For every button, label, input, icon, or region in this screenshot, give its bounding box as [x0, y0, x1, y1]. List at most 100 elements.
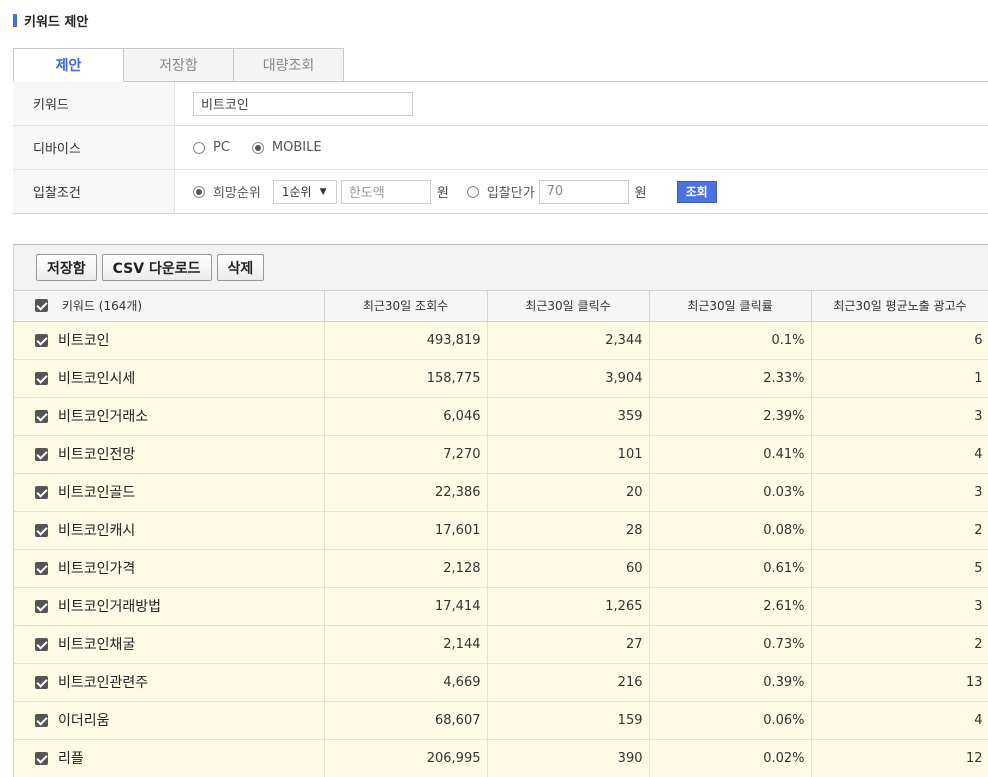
cell-ctr: 0.1% — [649, 321, 812, 360]
table-row[interactable]: 비트코인거래소 6,046 359 2.39% 3 — [14, 397, 988, 436]
cell-ctr: 2.39% — [649, 397, 812, 436]
results-toolbar: 저장함 CSV 다운로드 삭제 — [14, 245, 988, 291]
cell-keyword: 비트코인거래소 — [14, 397, 325, 436]
cell-keyword: 이더리움 — [14, 701, 325, 740]
table-row[interactable]: 비트코인시세 158,775 3,904 2.33% 1 — [14, 359, 988, 398]
cell-views: 17,414 — [324, 587, 488, 626]
cell-ads: 3 — [811, 473, 988, 512]
cell-ads: 4 — [811, 435, 988, 474]
cell-ctr: 2.61% — [649, 587, 812, 626]
table-row[interactable]: 비트코인채굴 2,144 27 0.73% 2 — [14, 625, 988, 664]
row-checkbox[interactable] — [35, 523, 48, 537]
cell-ctr: 0.06% — [649, 701, 812, 740]
select-all-checkbox[interactable] — [35, 299, 48, 313]
cell-views: 68,607 — [324, 701, 488, 740]
keyword-text: 비트코인 — [58, 333, 110, 349]
keyword-text: 비트코인시세 — [58, 371, 136, 387]
keyword-text: 이더리움 — [58, 713, 110, 729]
cell-clicks: 27 — [487, 625, 650, 664]
cell-clicks: 20 — [487, 473, 650, 512]
radio-pc[interactable] — [193, 141, 205, 154]
cell-ctr: 0.39% — [649, 663, 812, 702]
row-checkbox[interactable] — [35, 485, 48, 499]
row-checkbox[interactable] — [35, 371, 48, 385]
cell-ads: 3 — [811, 587, 988, 626]
table-row[interactable]: 비트코인 493,819 2,344 0.1% 6 — [14, 321, 988, 360]
header-ads[interactable]: 최근30일 평균노출 광고수 — [811, 291, 988, 322]
table-body: 비트코인 493,819 2,344 0.1% 6 비트코인시세 158,775 3,904 2… — [14, 321, 988, 777]
table-row[interactable]: 이더리움 68,607 159 0.06% 4 — [14, 701, 988, 740]
table-row[interactable]: 비트코인캐시 17,601 28 0.08% 2 — [14, 511, 988, 550]
table-header-row: 키워드 (164개) 최근30일 조회수 최근30일 클릭수 최근30일 클릭률… — [14, 291, 988, 322]
keyword-text: 비트코인거래방법 — [58, 599, 162, 615]
save-button[interactable]: 저장함 — [36, 254, 97, 281]
cell-clicks: 390 — [487, 739, 650, 777]
row-checkbox[interactable] — [35, 637, 48, 651]
cell-clicks: 101 — [487, 435, 650, 474]
cell-views: 7,270 — [324, 435, 488, 474]
radio-rank[interactable] — [193, 185, 205, 198]
tab-bulk-search[interactable]: 대량조회 — [233, 48, 344, 82]
cell-ads: 4 — [811, 701, 988, 740]
row-checkbox[interactable] — [35, 713, 48, 727]
header-clicks[interactable]: 최근30일 클릭수 — [487, 291, 650, 322]
bid-value-cell: 희망순위 1순위 ▼ 한도액 원 입찰단가 70 원 조회 — [175, 170, 988, 213]
limit-input[interactable]: 한도액 — [340, 179, 431, 204]
tab-saved[interactable]: 저장함 — [123, 48, 234, 82]
cell-keyword: 리플 — [14, 739, 325, 777]
section-marker — [13, 13, 17, 27]
cell-views: 206,995 — [324, 739, 488, 777]
csv-download-button[interactable]: CSV 다운로드 — [101, 254, 212, 281]
row-checkbox[interactable] — [35, 675, 48, 689]
keyword-text: 비트코인캐시 — [58, 523, 136, 539]
cell-views: 2,144 — [324, 625, 488, 664]
cell-ads: 12 — [811, 739, 988, 777]
rank-option-label: 희망순위 — [213, 186, 261, 201]
limit-unit: 원 — [436, 186, 449, 201]
cell-clicks: 60 — [487, 549, 650, 588]
device-pc-option[interactable]: PC — [193, 140, 230, 155]
device-mobile-option[interactable]: MOBILE — [251, 140, 322, 155]
cell-ads: 3 — [811, 397, 988, 436]
tab-suggest[interactable]: 제안 — [13, 48, 124, 82]
results-table: 키워드 (164개) 최근30일 조회수 최근30일 클릭수 최근30일 클릭률… — [14, 291, 988, 777]
search-button[interactable]: 조회 — [676, 180, 717, 203]
keyword-text: 비트코인골드 — [58, 485, 136, 501]
price-input[interactable]: 70 — [538, 179, 629, 204]
header-ctr[interactable]: 최근30일 클릭률 — [649, 291, 812, 322]
device-label: 디바이스 — [13, 126, 175, 169]
row-checkbox[interactable] — [35, 333, 48, 347]
row-checkbox[interactable] — [35, 447, 48, 461]
radio-mobile[interactable] — [251, 141, 264, 154]
cell-views: 6,046 — [324, 397, 488, 436]
radio-price[interactable] — [466, 185, 479, 198]
header-views[interactable]: 최근30일 조회수 — [324, 291, 488, 322]
cell-keyword: 비트코인시세 — [14, 359, 325, 398]
row-checkbox[interactable] — [35, 409, 48, 423]
search-form: 키워드 비트코인 디바이스 PC MOBILE 입찰조건 희망순위 1순위 ▼ — [13, 82, 988, 214]
device-value-cell: PC MOBILE — [175, 126, 988, 169]
cell-clicks: 28 — [487, 511, 650, 550]
table-row[interactable]: 비트코인골드 22,386 20 0.03% 3 — [14, 473, 988, 512]
table-row[interactable]: 비트코인거래방법 17,414 1,265 2.61% 3 — [14, 587, 988, 626]
rank-select-value: 1순위 — [281, 185, 312, 199]
cell-views: 493,819 — [324, 321, 488, 360]
table-row[interactable]: 비트코인관련주 4,669 216 0.39% 13 — [14, 663, 988, 702]
row-checkbox[interactable] — [35, 599, 48, 613]
row-checkbox[interactable] — [35, 561, 48, 575]
table-row[interactable]: 비트코인가격 2,128 60 0.61% 5 — [14, 549, 988, 588]
cell-ctr: 0.41% — [649, 435, 812, 474]
delete-button[interactable]: 삭제 — [216, 254, 265, 281]
section-title: 키워드 제안 — [24, 14, 89, 30]
chevron-down-icon: ▼ — [319, 186, 327, 197]
keyword-text: 리플 — [58, 751, 84, 767]
price-unit: 원 — [634, 186, 647, 201]
keyword-value-cell: 비트코인 — [175, 82, 988, 125]
rank-select[interactable]: 1순위 ▼ — [272, 179, 337, 204]
cell-views: 17,601 — [324, 511, 488, 550]
keyword-input[interactable]: 비트코인 — [193, 91, 413, 116]
table-row[interactable]: 리플 206,995 390 0.02% 12 — [14, 739, 988, 777]
table-row[interactable]: 비트코인전망 7,270 101 0.41% 4 — [14, 435, 988, 474]
row-checkbox[interactable] — [35, 751, 48, 765]
cell-ctr: 2.33% — [649, 359, 812, 398]
